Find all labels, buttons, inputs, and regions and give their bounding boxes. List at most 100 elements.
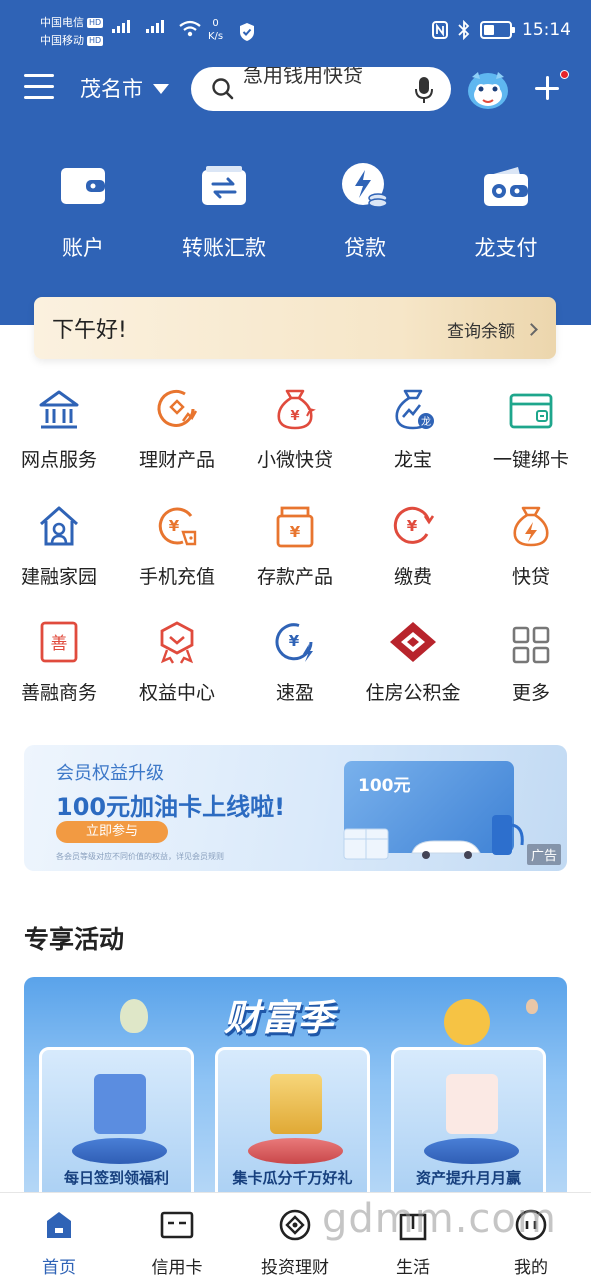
chevron-right-icon — [525, 323, 538, 336]
service-quick-loan[interactable]: 快贷 — [472, 502, 590, 589]
quick-loan-icon — [513, 506, 549, 547]
activity-card-collect[interactable]: 集卡瓜分千万好礼 — [215, 1047, 370, 1207]
action-label: 龙支付 — [474, 236, 538, 260]
svg-text:¥: ¥ — [289, 632, 300, 650]
service-label: 手机充值 — [138, 566, 215, 588]
service-label: 住房公积金 — [365, 682, 461, 704]
svg-text:¥: ¥ — [290, 523, 301, 541]
service-label: 速盈 — [275, 682, 314, 704]
mascot-avatar[interactable] — [464, 67, 512, 111]
calendar-icon — [94, 1074, 146, 1134]
query-balance-link[interactable]: 查询余额 — [447, 317, 538, 342]
service-label: 建融家园 — [20, 566, 97, 588]
tab-home[interactable]: 首页 — [0, 1207, 118, 1278]
service-housing-fund[interactable]: 住房公积金 — [354, 618, 472, 705]
service-label: 更多 — [511, 682, 550, 704]
action-loan[interactable]: 贷款 — [310, 160, 420, 262]
join-now-button[interactable]: 立即参与 — [56, 821, 168, 843]
service-label: 缴费 — [393, 566, 432, 588]
service-deposit[interactable]: ¥ 存款产品 — [236, 502, 354, 589]
home-icon — [40, 506, 78, 546]
balloon-decoration — [120, 999, 148, 1033]
service-label: 龙宝 — [393, 449, 432, 471]
svg-text:¥: ¥ — [169, 517, 180, 535]
tab-label: 首页 — [42, 1258, 76, 1278]
status-bar: 中国电信 HD 中国移动 HD 0 K/s 15:14 — [0, 0, 591, 64]
ad-banner[interactable]: 会员权益升级 100元加油卡上线啦! 立即参与 各会员等级对应不同价值的权益，详… — [24, 745, 567, 871]
balloon-decoration — [526, 999, 538, 1014]
query-balance-label: 查询余额 — [447, 322, 515, 342]
hd-badge: HD — [87, 36, 104, 46]
signal-bars-icon — [146, 20, 164, 33]
ad-note: 各会员等级对应不同价值的权益，详见会员规则 — [56, 852, 224, 861]
signal-bars-icon — [112, 20, 130, 33]
section-title: 专享活动 — [24, 925, 125, 954]
activity-card-asset[interactable]: 资产提升月月赢 — [391, 1047, 546, 1207]
service-suying[interactable]: ¥ 速盈 — [236, 618, 354, 705]
add-button[interactable] — [533, 70, 569, 104]
wifi-icon — [179, 20, 201, 37]
action-label: 贷款 — [344, 236, 386, 260]
bluetooth-icon — [458, 20, 470, 40]
greeting-text: 下午好! — [52, 318, 127, 343]
menu-icon[interactable] — [24, 74, 56, 104]
service-label: 网点服务 — [20, 449, 97, 471]
service-more[interactable]: 更多 — [472, 618, 590, 705]
caifu-season-logo: 财富季 — [224, 998, 336, 1039]
action-account[interactable]: 账户 — [28, 160, 138, 262]
activity-card-checkin[interactable]: 每日签到领福利 — [39, 1047, 194, 1207]
carrier-1: 中国电信 — [40, 16, 84, 29]
activity-label: 每日签到领福利 — [63, 1169, 169, 1187]
activity-label: 集卡瓜分千万好礼 — [232, 1169, 353, 1187]
notification-dot — [560, 70, 569, 79]
action-label: 账户 — [62, 236, 104, 260]
service-branch[interactable]: 网点服务 — [0, 385, 118, 472]
service-wealth[interactable]: 理财产品 — [118, 385, 236, 472]
system-status: 15:14 — [432, 20, 571, 40]
activity-banner[interactable]: 财富季 每日签到领福利 集卡瓜分千万好礼 资产提升月月赢 — [24, 977, 567, 1207]
stage-decoration — [248, 1138, 343, 1164]
loan-icon — [342, 163, 388, 208]
svg-text:善: 善 — [51, 634, 68, 654]
long-bao-icon: 龙 — [395, 389, 434, 430]
ad-headline: 100元加油卡上线啦! — [56, 793, 286, 821]
home-tab-icon — [47, 1212, 71, 1238]
ad-title: 会员权益升级 — [56, 763, 164, 784]
money-bag-icon: ¥ — [277, 389, 316, 430]
service-phone-recharge[interactable]: ¥ 手机充值 — [118, 502, 236, 589]
wallet-icon — [61, 168, 105, 204]
service-long-bao[interactable]: 龙 龙宝 — [354, 385, 472, 472]
microphone-icon[interactable] — [415, 76, 433, 104]
action-long-pay[interactable]: 龙支付 — [451, 160, 561, 262]
ad-tag: 广告 — [526, 844, 561, 865]
nfc-icon — [432, 21, 448, 39]
chart-paper-icon — [446, 1074, 498, 1134]
service-jianrong-home[interactable]: 建融家园 — [0, 502, 118, 589]
rights-center-icon — [160, 621, 194, 664]
activity-label: 资产提升月月赢 — [415, 1169, 521, 1187]
carrier-2: 中国移动 — [40, 34, 84, 47]
gold-bar-icon — [270, 1074, 322, 1134]
service-label: 快贷 — [511, 566, 550, 588]
tab-label: 信用卡 — [151, 1258, 203, 1278]
action-transfer[interactable]: 转账汇款 — [169, 160, 279, 262]
service-label: 小微快贷 — [256, 449, 333, 471]
watermark: gdmm.com — [322, 1196, 557, 1242]
carrier-info: 中国电信 HD 中国移动 HD — [40, 14, 104, 50]
wealth-product-icon — [157, 389, 198, 427]
service-micro-loan[interactable]: ¥ 小微快贷 — [236, 385, 354, 472]
tab-label: 投资理财 — [261, 1258, 329, 1278]
stage-decoration — [424, 1138, 519, 1164]
service-payment[interactable]: ¥ 缴费 — [354, 502, 472, 589]
shanrong-icon: 善 — [40, 621, 78, 663]
service-label: 一键绑卡 — [492, 449, 569, 471]
search-bar[interactable]: 急用钱用快贷 — [191, 67, 451, 111]
service-shanrong[interactable]: 善 善融商务 — [0, 618, 118, 705]
battery-icon — [480, 21, 515, 39]
gas-station-illustration — [343, 815, 524, 860]
city-selector[interactable]: 茂名市 — [80, 74, 169, 104]
tab-credit-card[interactable]: 信用卡 — [118, 1207, 236, 1278]
service-rights-center[interactable]: 权益中心 — [118, 618, 236, 705]
service-bind-card[interactable]: 一键绑卡 — [472, 385, 590, 472]
action-label: 转账汇款 — [182, 236, 266, 260]
